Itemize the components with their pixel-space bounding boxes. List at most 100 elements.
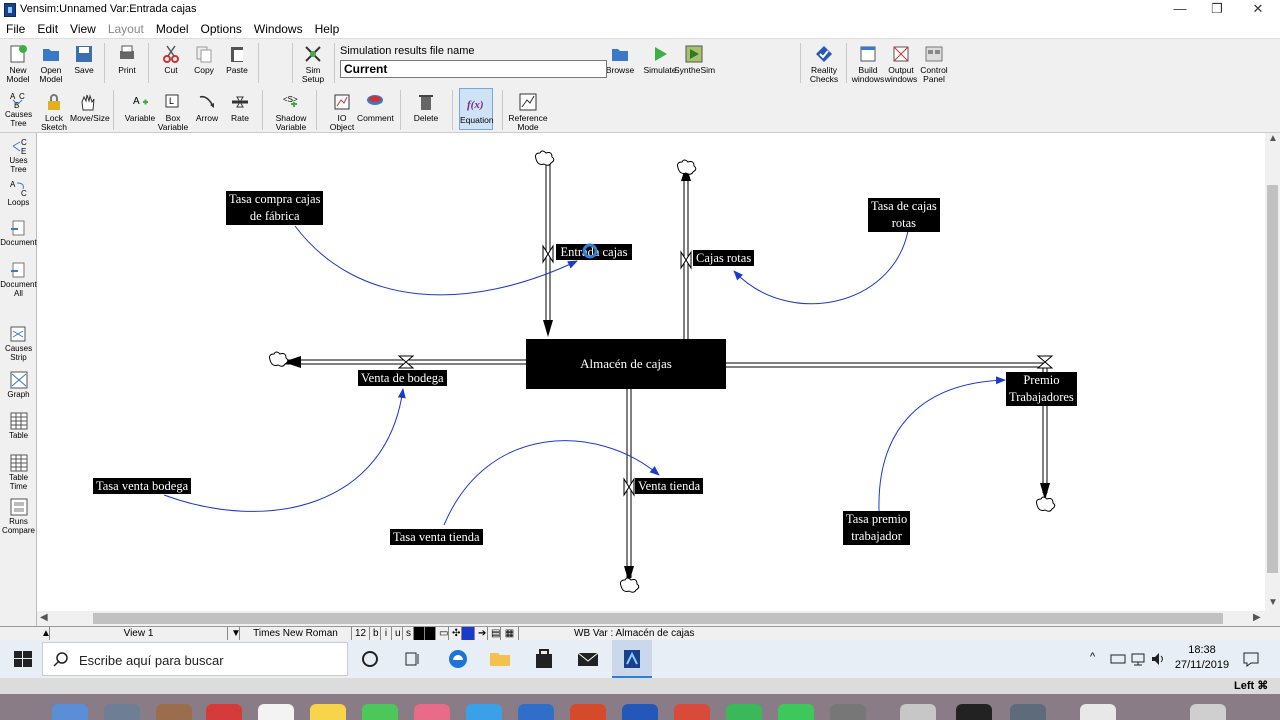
vertical-scrollbar[interactable]: ▲ ▼ [1265, 133, 1280, 611]
menu-help[interactable]: Help [309, 20, 346, 38]
table-button[interactable]: Table [0, 410, 37, 446]
menu-options[interactable]: Options [195, 20, 248, 38]
build-windows-button[interactable]: Build windows [850, 39, 886, 85]
flow-label-cajas-rotas[interactable]: Cajas rotas [693, 250, 755, 266]
aux-tasa-venta-bodega[interactable]: Tasa venta bodega [93, 478, 192, 494]
flow-label-venta-tienda[interactable]: Venta tienda [635, 478, 704, 494]
horizontal-scrollbar[interactable]: ◀ ▶ [37, 611, 1280, 626]
dock-launchpad-icon[interactable] [104, 704, 140, 720]
runs-compare-button[interactable]: Runs Compare [0, 496, 37, 538]
vertical-scroll-thumb[interactable] [1267, 185, 1278, 573]
loops-button[interactable]: AC Loops [0, 177, 37, 213]
dock-app-icon[interactable] [156, 704, 192, 720]
aux-tasa-cajas-rotas[interactable]: Tasa de cajas rotas [868, 198, 940, 232]
file-explorer-icon[interactable] [487, 646, 513, 672]
save-button[interactable]: Save [66, 39, 102, 85]
scroll-right-arrow-icon[interactable]: ▶ [1253, 612, 1261, 623]
minimize-button[interactable]: — [1160, 0, 1200, 20]
arrow-style-icon[interactable]: ➔ [475, 627, 488, 640]
sketch-canvas[interactable]: Almacén de cajas Entrada cajas Cajas rot… [37, 133, 1265, 611]
cortana-icon[interactable] [357, 646, 383, 672]
dock-settings-icon[interactable] [830, 704, 866, 720]
menu-view[interactable]: View [64, 20, 102, 38]
equation-tool-button[interactable]: f(x) Equation [459, 88, 494, 130]
reality-checks-button[interactable]: Reality Checks [806, 39, 842, 85]
menu-layout[interactable]: Layout [102, 20, 150, 38]
move-size-button[interactable]: Move/Size [70, 87, 110, 133]
menu-file[interactable]: File [0, 20, 31, 38]
delete-tool-button[interactable]: Delete [408, 87, 444, 133]
dock-facetime-icon[interactable] [362, 704, 398, 720]
scroll-left-arrow-icon[interactable]: ◀ [40, 612, 48, 623]
view-down-button[interactable]: ▼ [228, 627, 241, 640]
aux-tasa-compra-cajas[interactable]: Tasa compra cajas de fábrica [226, 191, 324, 225]
text-color-swatch[interactable] [414, 627, 425, 640]
dock-app2-icon[interactable] [1010, 704, 1046, 720]
horizontal-scroll-thumb[interactable] [93, 613, 1223, 624]
dock-finder-icon[interactable] [52, 704, 88, 720]
taskbar-search-box[interactable]: Escribe aquí para buscar [42, 642, 348, 676]
windows-start-icon[interactable] [10, 646, 36, 672]
vensim-taskbar-button[interactable] [612, 640, 652, 678]
shadow-variable-tool-button[interactable]: <S> Shadow Variable [273, 87, 309, 133]
bold-toggle[interactable]: b [370, 627, 381, 640]
box-shape-icon[interactable]: ▭ [436, 627, 449, 640]
aux-tasa-premio-trabajador[interactable]: Tasa premio trabajador [843, 511, 911, 545]
sim-setup-button[interactable]: Sim Setup [295, 39, 331, 85]
strike-toggle[interactable]: s [403, 627, 414, 640]
flow-label-venta-de-bodega[interactable]: Venta de bodega [358, 370, 447, 386]
output-windows-button[interactable]: Output windows [883, 39, 919, 85]
scroll-down-arrow-icon[interactable]: ▼ [1268, 597, 1278, 608]
italic-toggle[interactable]: i [381, 627, 392, 640]
line-style-icon[interactable]: ▤ [488, 627, 501, 640]
more-options-icon[interactable]: ▦ [501, 627, 519, 640]
dock-photos-icon[interactable] [414, 704, 450, 720]
reference-mode-tool-button[interactable]: Reference Mode [508, 87, 548, 133]
graph-button[interactable]: Graph [0, 369, 37, 405]
dock-downloads-icon[interactable] [1080, 704, 1116, 720]
new-model-button[interactable]: New Model [0, 39, 36, 85]
io-object-tool-button[interactable]: IO Object [324, 87, 360, 133]
system-clock[interactable]: 18:38 27/11/2019 [1170, 643, 1234, 673]
menu-edit[interactable]: Edit [31, 20, 64, 38]
edge-browser-icon[interactable] [445, 646, 471, 672]
border-color-swatch[interactable] [425, 627, 436, 640]
position-icon[interactable]: ✣ [449, 627, 462, 640]
dock-outlook-icon[interactable] [622, 704, 658, 720]
store-icon[interactable] [531, 646, 557, 672]
keyboard-tray-icon[interactable] [1110, 651, 1126, 667]
font-size-selector[interactable]: 12 [352, 627, 370, 640]
font-selector[interactable]: Times New Roman [240, 627, 352, 640]
paste-button[interactable]: Paste [219, 39, 255, 85]
document-button[interactable]: Document [0, 217, 37, 253]
simulate-button[interactable]: Simulate [642, 39, 678, 85]
copy-button[interactable]: Copy [186, 39, 222, 85]
menu-model[interactable]: Model [150, 20, 195, 38]
box-variable-tool-button[interactable]: L Box Variable [155, 87, 191, 133]
view-up-button[interactable]: ▲ [38, 627, 51, 640]
comment-tool-button[interactable]: Comment [357, 87, 394, 133]
rate-tool-button[interactable]: Rate [222, 87, 258, 133]
dock-notes-icon[interactable] [258, 704, 294, 720]
variable-tool-button[interactable]: A Variable [122, 87, 158, 133]
stock-almacen-de-cajas[interactable]: Almacén de cajas [526, 339, 726, 389]
view-selector[interactable]: View 1 [50, 627, 228, 640]
table-time-button[interactable]: Table Time [0, 452, 37, 494]
aux-tasa-venta-tienda[interactable]: Tasa venta tienda [390, 529, 483, 545]
dock-stickies-icon[interactable] [310, 704, 346, 720]
sim-results-input[interactable] [340, 60, 607, 78]
causes-tree-button[interactable]: ACB Causes Tree [0, 89, 37, 131]
browse-button[interactable]: Browse [602, 39, 638, 85]
open-model-button[interactable]: Open Model [33, 39, 69, 85]
dock-powerpoint-icon[interactable] [570, 704, 606, 720]
causes-strip-button[interactable]: Causes Strip [0, 323, 37, 365]
volume-icon[interactable] [1150, 651, 1166, 667]
dock-word-icon[interactable] [518, 704, 554, 720]
arrow-tool-button[interactable]: Arrow [189, 87, 225, 133]
dock-calendar-icon[interactable] [206, 704, 242, 720]
dock-virtualbox-icon[interactable] [900, 704, 936, 720]
notifications-icon[interactable] [1242, 650, 1260, 668]
network-icon[interactable] [1130, 651, 1146, 667]
maximize-button[interactable]: ❐ [1197, 0, 1237, 20]
fill-color-swatch[interactable] [462, 627, 475, 640]
